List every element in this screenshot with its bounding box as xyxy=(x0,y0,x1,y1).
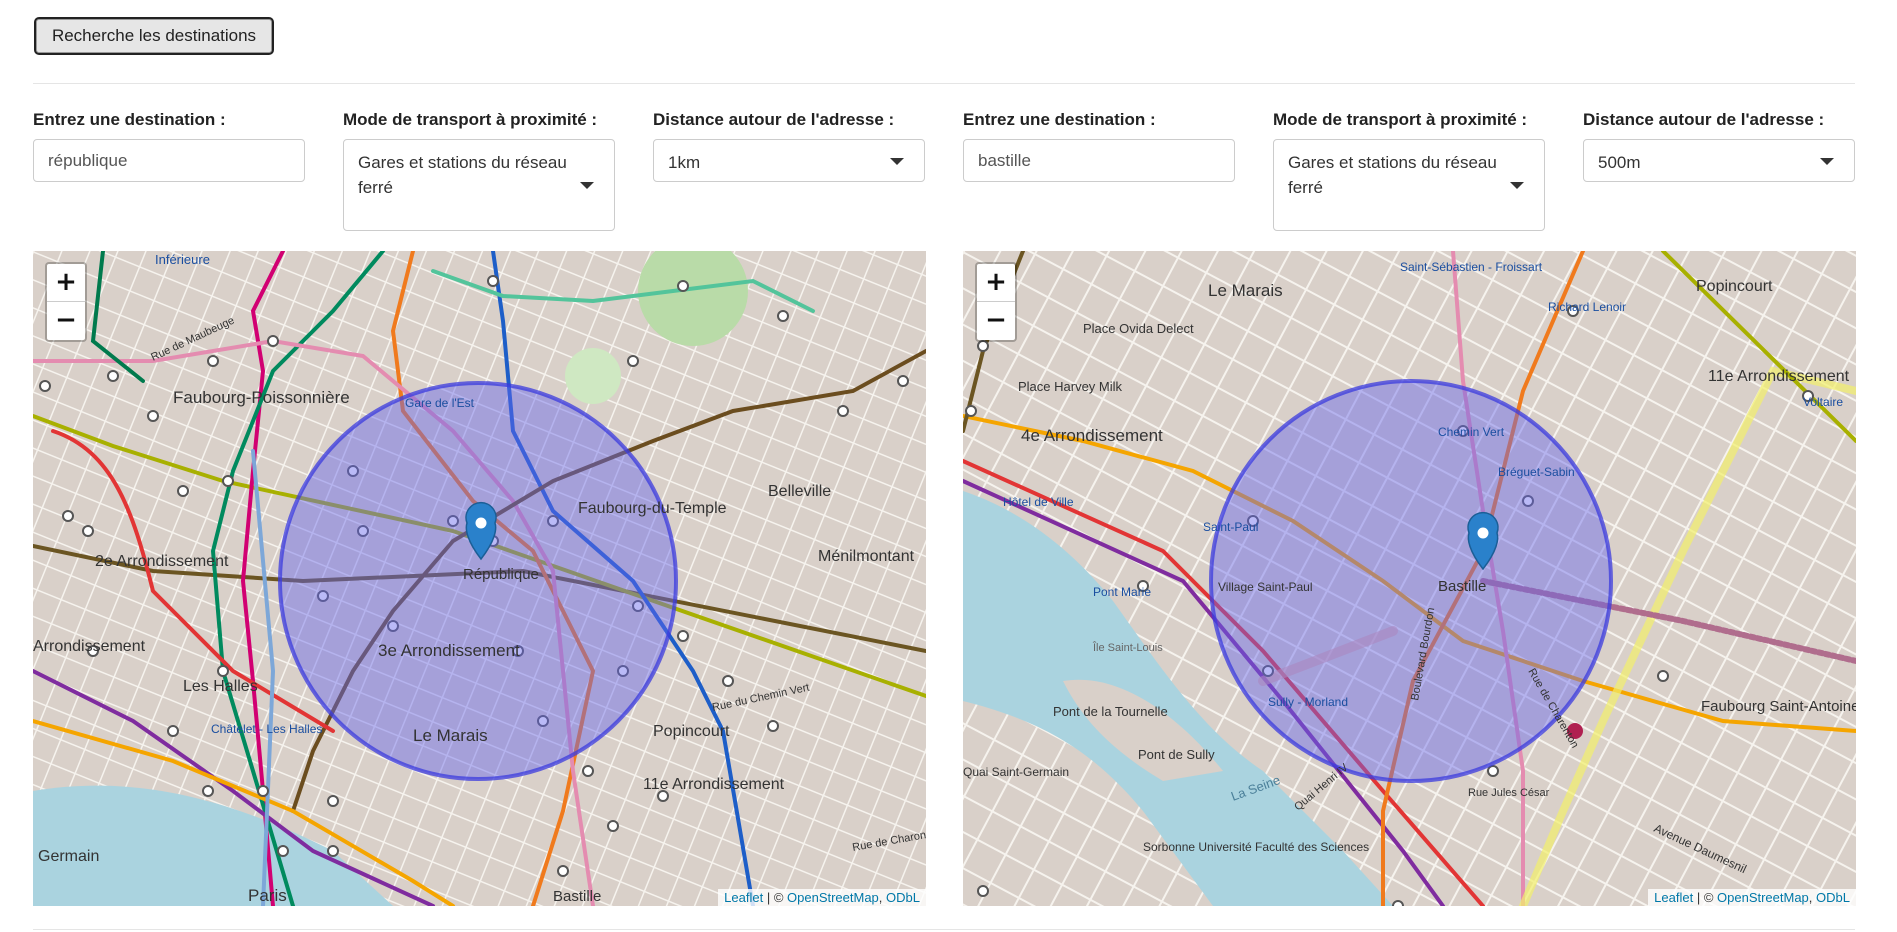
zoom-out-button[interactable]: − xyxy=(977,302,1015,339)
svg-text:Saint-Paul: Saint-Paul xyxy=(1203,520,1258,534)
zoom-control: + − xyxy=(975,262,1017,342)
map-bastille[interactable]: Le Marais Saint-Sébastien - Froissart Ri… xyxy=(963,251,1856,906)
map-attribution: Leaflet | © OpenStreetMap, ODbL xyxy=(718,889,926,906)
destination-panel-1: Entrez une destination : Mode de transpo… xyxy=(33,108,926,908)
svg-text:Hôtel de Ville: Hôtel de Ville xyxy=(1003,495,1074,509)
bottom-divider xyxy=(33,929,1855,930)
svg-text:Paris: Paris xyxy=(248,886,287,905)
distance-select[interactable]: 1km xyxy=(653,139,925,182)
transport-label: Mode de transport à proximité : xyxy=(343,110,598,129)
svg-text:Bastille: Bastille xyxy=(553,888,601,905)
destination-panel-2: Entrez une destination : Mode de transpo… xyxy=(963,108,1856,908)
svg-text:Pont de Sully: Pont de Sully xyxy=(1138,747,1215,762)
svg-text:Les Halles: Les Halles xyxy=(183,678,258,695)
svg-text:Île Saint-Louis: Île Saint-Louis xyxy=(1092,641,1163,654)
osm-link[interactable]: OpenStreetMap xyxy=(787,890,879,905)
map-attribution: Leaflet | © OpenStreetMap, ODbL xyxy=(1648,889,1856,906)
svg-text:Ménilmontant: Ménilmontant xyxy=(818,548,915,565)
odbl-link[interactable]: ODbL xyxy=(886,890,920,905)
svg-text:Germain: Germain xyxy=(38,848,99,865)
distance-select-value: 1km xyxy=(668,153,701,172)
svg-text:Place Harvey Milk: Place Harvey Milk xyxy=(1018,379,1123,394)
park xyxy=(565,348,621,404)
zoom-in-button[interactable]: + xyxy=(977,264,1015,302)
svg-text:Le Marais: Le Marais xyxy=(1208,281,1283,300)
distance-label: Distance autour de l'adresse : xyxy=(653,110,895,129)
transport-select-value: Gares et stations du réseau ferré xyxy=(358,153,567,197)
map-canvas[interactable]: Le Marais Saint-Sébastien - Froissart Ri… xyxy=(963,251,1856,906)
svg-text:Le Marais: Le Marais xyxy=(413,726,488,745)
page: Recherche les destinations Entrez une de… xyxy=(0,0,1897,932)
svg-text:Village Saint-Paul: Village Saint-Paul xyxy=(1218,580,1313,594)
svg-text:Bastille: Bastille xyxy=(1438,578,1486,595)
svg-text:Pont de la Tournelle: Pont de la Tournelle xyxy=(1053,704,1168,719)
osm-link[interactable]: OpenStreetMap xyxy=(1717,890,1809,905)
svg-text:Saint-Sébastien - Froissart: Saint-Sébastien - Froissart xyxy=(1400,260,1543,274)
svg-text:Quai Saint-Germain: Quai Saint-Germain xyxy=(963,765,1069,779)
caret-down-icon xyxy=(1820,158,1834,165)
svg-text:4e Arrondissement: 4e Arrondissement xyxy=(1021,426,1163,445)
svg-text:Popincourt: Popincourt xyxy=(653,723,730,740)
distance-label: Distance autour de l'adresse : xyxy=(1583,110,1825,129)
destination-field-1: Entrez une destination : xyxy=(33,108,305,182)
search-destinations-button[interactable]: Recherche les destinations xyxy=(34,17,274,55)
zoom-out-button[interactable]: − xyxy=(47,302,85,339)
svg-text:Place Ovida Delect: Place Ovida Delect xyxy=(1083,321,1194,336)
svg-text:République: République xyxy=(463,566,539,583)
odbl-link[interactable]: ODbL xyxy=(1816,890,1850,905)
transport-field-2: Mode de transport à proximité : Gares et… xyxy=(1273,108,1545,231)
map-republique[interactable]: Inférieure Faubourg-Poissonnière Bellevi… xyxy=(33,251,926,906)
caret-down-icon xyxy=(1510,182,1524,189)
svg-text:Richard Lenoir: Richard Lenoir xyxy=(1548,300,1626,314)
transport-field-1: Mode de transport à proximité : Gares et… xyxy=(343,108,615,231)
transport-select[interactable]: Gares et stations du réseau ferré xyxy=(343,139,615,231)
svg-text:Châtelet - Les Halles: Châtelet - Les Halles xyxy=(211,722,322,736)
destination-input[interactable] xyxy=(963,139,1235,182)
distance-field-1: Distance autour de l'adresse : 1km xyxy=(653,108,925,182)
destination-input[interactable] xyxy=(33,139,305,182)
leaflet-link[interactable]: Leaflet xyxy=(724,890,763,905)
svg-text:Faubourg-du-Temple: Faubourg-du-Temple xyxy=(578,500,727,517)
svg-text:Faubourg-Poissonnière: Faubourg-Poissonnière xyxy=(173,388,350,407)
caret-down-icon xyxy=(890,158,904,165)
transport-select[interactable]: Gares et stations du réseau ferré xyxy=(1273,139,1545,231)
destination-label: Entrez une destination : xyxy=(963,110,1156,129)
svg-text:11e Arrondissement: 11e Arrondissement xyxy=(643,776,785,793)
svg-text:Inférieure: Inférieure xyxy=(155,252,210,267)
map-canvas[interactable]: Inférieure Faubourg-Poissonnière Bellevi… xyxy=(33,251,926,906)
svg-text:Sully - Morland: Sully - Morland xyxy=(1268,695,1348,709)
svg-text:Popincourt: Popincourt xyxy=(1696,278,1773,295)
zoom-control: + − xyxy=(45,262,87,342)
svg-text:Rue Jules César: Rue Jules César xyxy=(1468,787,1550,799)
distance-select[interactable]: 500m xyxy=(1583,139,1855,182)
distance-field-2: Distance autour de l'adresse : 500m xyxy=(1583,108,1855,182)
svg-text:2e Arrondissement: 2e Arrondissement xyxy=(95,553,229,570)
distance-select-value: 500m xyxy=(1598,153,1641,172)
svg-text:Belleville: Belleville xyxy=(768,483,831,500)
svg-text:Chemin Vert: Chemin Vert xyxy=(1438,425,1505,439)
transport-label: Mode de transport à proximité : xyxy=(1273,110,1528,129)
svg-text:3e Arrondissement: 3e Arrondissement xyxy=(378,641,520,660)
destination-label: Entrez une destination : xyxy=(33,110,226,129)
leaflet-link[interactable]: Leaflet xyxy=(1654,890,1693,905)
top-divider xyxy=(33,83,1855,84)
svg-text:Arrondissement: Arrondissement xyxy=(33,638,146,655)
svg-text:Faubourg Saint-Antoine: Faubourg Saint-Antoine xyxy=(1701,698,1856,715)
svg-text:Gare de l'Est: Gare de l'Est xyxy=(405,396,475,410)
zoom-in-button[interactable]: + xyxy=(47,264,85,302)
svg-text:Sorbonne Université Faculté de: Sorbonne Université Faculté des Sciences xyxy=(1143,840,1369,854)
transport-select-value: Gares et stations du réseau ferré xyxy=(1288,153,1497,197)
destination-field-2: Entrez une destination : xyxy=(963,108,1235,182)
svg-text:Bréguet-Sabin: Bréguet-Sabin xyxy=(1498,465,1575,479)
svg-text:Pont Marie: Pont Marie xyxy=(1093,585,1151,599)
caret-down-icon xyxy=(580,182,594,189)
svg-text:11e Arrondissement: 11e Arrondissement xyxy=(1708,368,1850,385)
svg-text:Voltaire: Voltaire xyxy=(1803,395,1843,409)
